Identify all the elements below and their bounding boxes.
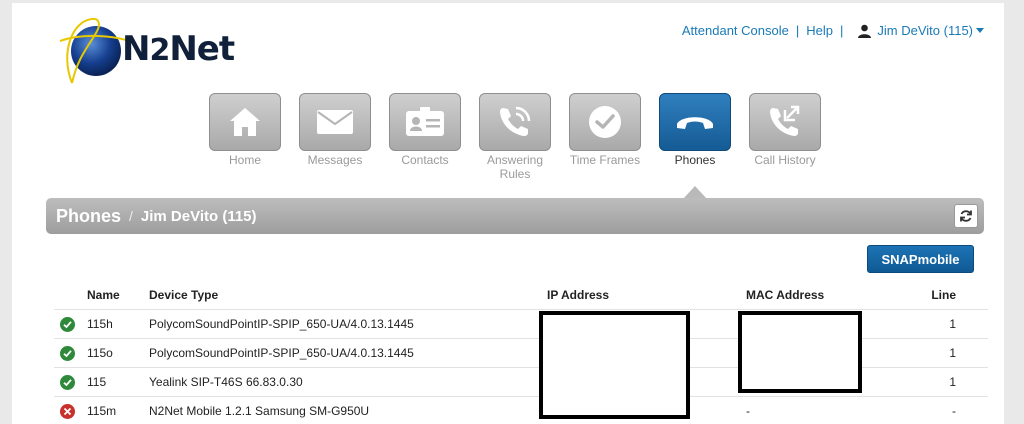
refresh-icon <box>960 210 972 222</box>
nav-call-history[interactable]: Call History <box>747 93 823 181</box>
home-icon <box>230 108 260 136</box>
mac-address-redaction <box>738 311 862 393</box>
n2net-logo[interactable]: N2Net <box>52 13 282 84</box>
line-number: - <box>952 404 956 418</box>
ip-address-redaction <box>539 311 690 419</box>
envelope-icon <box>317 110 353 134</box>
nav-home-label: Home <box>228 153 261 167</box>
contact-card-icon <box>406 107 444 136</box>
user-menu[interactable]: Jim DeVito (115) <box>858 23 984 38</box>
phone-handset-icon <box>677 117 713 129</box>
nav-answering-rules[interactable]: Answering Rules <box>477 93 553 181</box>
help-link[interactable]: Help <box>806 23 833 38</box>
nav-answering-rules-label: Answering Rules <box>486 153 544 181</box>
status-cell <box>60 346 76 362</box>
status-error-icon <box>60 404 75 419</box>
snapmobile-button[interactable]: SNAPmobile <box>867 245 974 273</box>
nav-messages-label: Messages <box>307 153 363 167</box>
nav-phones-label: Phones <box>674 153 716 167</box>
device-name[interactable]: 115h <box>87 310 113 338</box>
nav-answering-rules-button[interactable] <box>479 93 551 151</box>
top-links: Attendant Console | Help | Jim DeVito (1… <box>682 23 984 38</box>
user-icon <box>858 24 872 38</box>
nav-phones-button[interactable] <box>659 93 731 151</box>
line-number: 1 <box>949 346 956 360</box>
chevron-down-icon <box>976 28 984 33</box>
status-cell <box>60 317 76 333</box>
breadcrumb-separator: / <box>129 208 133 224</box>
main-nav: Home Messages Contacts Answering Rules T… <box>207 93 837 181</box>
nav-messages[interactable]: Messages <box>297 93 373 181</box>
page-title[interactable]: Phones <box>56 206 121 227</box>
nav-home[interactable]: Home <box>207 93 283 181</box>
table-row[interactable]: 115m N2Net Mobile 1.2.1 Samsung SM-G950U… <box>54 396 988 424</box>
device-name[interactable]: 115 <box>87 368 106 396</box>
device-type: N2Net Mobile 1.2.1 Samsung SM-G950U <box>149 404 370 418</box>
status-cell <box>60 404 76 420</box>
page: N2Net Attendant Console | Help | Jim DeV… <box>12 3 1004 424</box>
call-history-icon <box>770 105 800 136</box>
nav-contacts-button[interactable] <box>389 93 461 151</box>
status-ok-icon <box>60 375 75 390</box>
link-separator: | <box>795 23 800 38</box>
nav-contacts[interactable]: Contacts <box>387 93 463 181</box>
status-cell <box>60 375 76 391</box>
column-header-line[interactable]: Line <box>931 281 956 309</box>
breadcrumb: Phones / Jim DeVito (115) <box>56 206 257 227</box>
status-ok-icon <box>60 346 75 361</box>
device-type: PolycomSoundPointIP-SPIP_650-UA/4.0.13.1… <box>149 346 414 360</box>
mac-address: - <box>746 404 750 418</box>
column-header-mac-address[interactable]: MAC Address <box>746 281 824 309</box>
breadcrumb-user: Jim DeVito (115) <box>140 207 257 225</box>
page-header-bar: Phones / Jim DeVito (115) <box>46 198 984 234</box>
device-type: PolycomSoundPointIP-SPIP_650-UA/4.0.13.1… <box>149 317 414 331</box>
nav-time-frames-button[interactable] <box>569 93 641 151</box>
nav-time-frames-label: Time Frames <box>569 153 641 167</box>
nav-home-button[interactable] <box>209 93 281 151</box>
nav-time-frames[interactable]: Time Frames <box>567 93 643 181</box>
refresh-button[interactable] <box>954 204 978 228</box>
phone-rules-icon <box>500 106 531 136</box>
nav-contacts-label: Contacts <box>401 153 449 167</box>
nav-messages-button[interactable] <box>299 93 371 151</box>
line-number: 1 <box>949 375 956 389</box>
clock-icon <box>589 106 621 138</box>
column-header-name[interactable]: Name <box>87 281 120 309</box>
device-name[interactable]: 115o <box>87 339 113 367</box>
user-name: Jim DeVito (115) <box>877 23 973 38</box>
device-name[interactable]: 115m <box>87 397 116 424</box>
device-type: Yealink SIP-T46S 66.83.0.30 <box>149 375 303 389</box>
status-ok-icon <box>60 317 75 332</box>
link-separator: | <box>840 23 844 38</box>
line-number: 1 <box>949 317 956 331</box>
column-header-ip-address[interactable]: IP Address <box>547 281 609 309</box>
brand-wordmark: N2Net <box>122 29 235 69</box>
column-header-device-type[interactable]: Device Type <box>149 281 218 309</box>
nav-phones[interactable]: Phones <box>657 93 733 181</box>
attendant-console-link[interactable]: Attendant Console <box>682 23 789 38</box>
table-header: Name Device Type IP Address MAC Address … <box>54 281 988 309</box>
nav-call-history-label: Call History <box>754 153 816 167</box>
nav-call-history-button[interactable] <box>749 93 821 151</box>
